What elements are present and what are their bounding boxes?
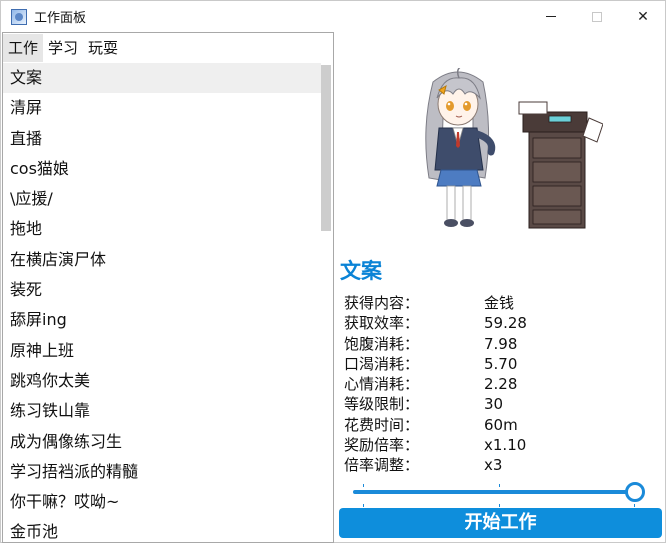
task-item-dance[interactable]: 跳鸡你太美	[3, 366, 321, 396]
start-work-button[interactable]: 开始工作	[339, 508, 662, 538]
stat-value: 59.28	[484, 314, 527, 333]
minimize-button[interactable]	[528, 1, 574, 32]
stat-label: 口渴消耗：	[344, 354, 420, 373]
stat-value: x3	[484, 456, 503, 475]
task-list-scrollbar[interactable]	[321, 65, 331, 231]
stat-row-efficiency: 获取效率： 59.28	[344, 313, 564, 333]
stat-value: 金钱	[484, 294, 515, 312]
maximize-icon	[592, 11, 602, 22]
slider-track[interactable]	[353, 490, 637, 494]
stat-row-reward: 获得内容： 金钱	[344, 293, 564, 313]
stat-label: 等级限制：	[344, 395, 420, 414]
stat-label: 饱腹消耗：	[344, 334, 420, 353]
title-bar[interactable]: 工作面板 ✕	[1, 1, 665, 32]
stat-row-mood: 心情消耗： 2.28	[344, 374, 564, 394]
app-window-icon	[11, 8, 27, 25]
stat-row-rate-adjust: 倍率调整： x3	[344, 455, 564, 475]
stat-row-level: 等级限制： 30	[344, 394, 564, 414]
stat-value: 60m	[484, 415, 518, 434]
task-item-clear-screen[interactable]: 清屏	[3, 93, 321, 123]
slider-tick	[363, 504, 364, 507]
minimize-icon	[546, 16, 556, 17]
stat-row-thirst: 口渴消耗： 5.70	[344, 354, 564, 374]
stat-value: 2.28	[484, 375, 518, 394]
task-item-cos-catgirl[interactable]: cos猫娘	[3, 154, 321, 184]
task-item-coin-pool[interactable]: 金币池	[3, 517, 321, 542]
stat-value: 5.70	[484, 354, 518, 373]
slider-tick	[499, 504, 500, 507]
selected-job-title: 文案	[340, 259, 382, 283]
character-copier-illustration	[425, 68, 603, 229]
stat-value: 30	[484, 395, 504, 414]
stat-label: 倍率调整：	[344, 456, 420, 475]
stat-label: 奖励倍率：	[344, 436, 420, 455]
category-menu: 工作 学习 玩耍	[3, 33, 333, 63]
task-item-extra-actor[interactable]: 在横店演尸体	[3, 245, 321, 275]
task-panel: 工作 学习 玩耍 文案 清屏 直播 cos猫娘 \应援/ 拖地 在横店演尸体 装…	[2, 32, 334, 543]
maximize-button[interactable]	[574, 1, 620, 32]
task-item-copywriting[interactable]: 文案	[3, 63, 321, 94]
tab-work[interactable]: 工作	[3, 34, 44, 62]
task-item-lick-screen[interactable]: 舔屏ing	[3, 305, 321, 335]
task-item-study-style[interactable]: 学习捂裆派的精髓	[3, 457, 321, 487]
tab-play[interactable]: 玩耍	[83, 34, 123, 62]
task-item-play-dead[interactable]: 装死	[3, 275, 321, 305]
slider-tick	[634, 504, 635, 507]
work-panel-window: 工作面板 ✕ 工作 学习 玩耍 文案 清屏 直播 cos猫娘 \应援/ 拖地 在…	[0, 0, 666, 543]
slider-tick	[363, 484, 364, 487]
slider-tick	[499, 484, 500, 487]
task-item-genshin-work[interactable]: 原神上班	[3, 336, 321, 366]
task-item-what-doing[interactable]: 你干嘛？哎呦~	[3, 487, 321, 517]
window-title: 工作面板	[34, 11, 87, 26]
detail-panel: 文案 获得内容： 金钱 获取效率： 59.28 饱腹消耗： 7.98 口渴消耗：…	[335, 32, 666, 543]
close-icon: ✕	[637, 8, 649, 25]
multiplier-slider[interactable]	[353, 482, 645, 507]
task-item-livestream[interactable]: 直播	[3, 124, 321, 154]
stat-row-hunger: 饱腹消耗： 7.98	[344, 334, 564, 354]
task-item-mop-floor[interactable]: 拖地	[3, 214, 321, 244]
stat-label: 心情消耗：	[344, 375, 420, 394]
slider-handle[interactable]	[625, 482, 645, 502]
tab-study[interactable]: 学习	[43, 34, 83, 62]
stat-label: 获得内容：	[344, 294, 420, 312]
close-button[interactable]: ✕	[620, 1, 666, 32]
stat-label: 获取效率：	[344, 314, 420, 333]
task-list: 文案 清屏 直播 cos猫娘 \应援/ 拖地 在横店演尸体 装死 舔屏ing 原…	[3, 63, 321, 542]
task-item-cheer[interactable]: \应援/	[3, 184, 321, 214]
stat-value: 7.98	[484, 334, 518, 353]
stat-row-reward-rate: 奖励倍率： x1.10	[344, 435, 564, 455]
task-item-idol-trainee[interactable]: 成为偶像练习生	[3, 427, 321, 457]
stat-value: x1.10	[484, 436, 527, 455]
job-stats: 获得内容： 金钱 获取效率： 59.28 饱腹消耗： 7.98 口渴消耗： 5.…	[344, 293, 564, 476]
stat-label: 花费时间：	[344, 415, 420, 434]
stat-row-time: 花费时间： 60m	[344, 415, 564, 435]
task-item-practice-kao[interactable]: 练习铁山靠	[3, 396, 321, 426]
